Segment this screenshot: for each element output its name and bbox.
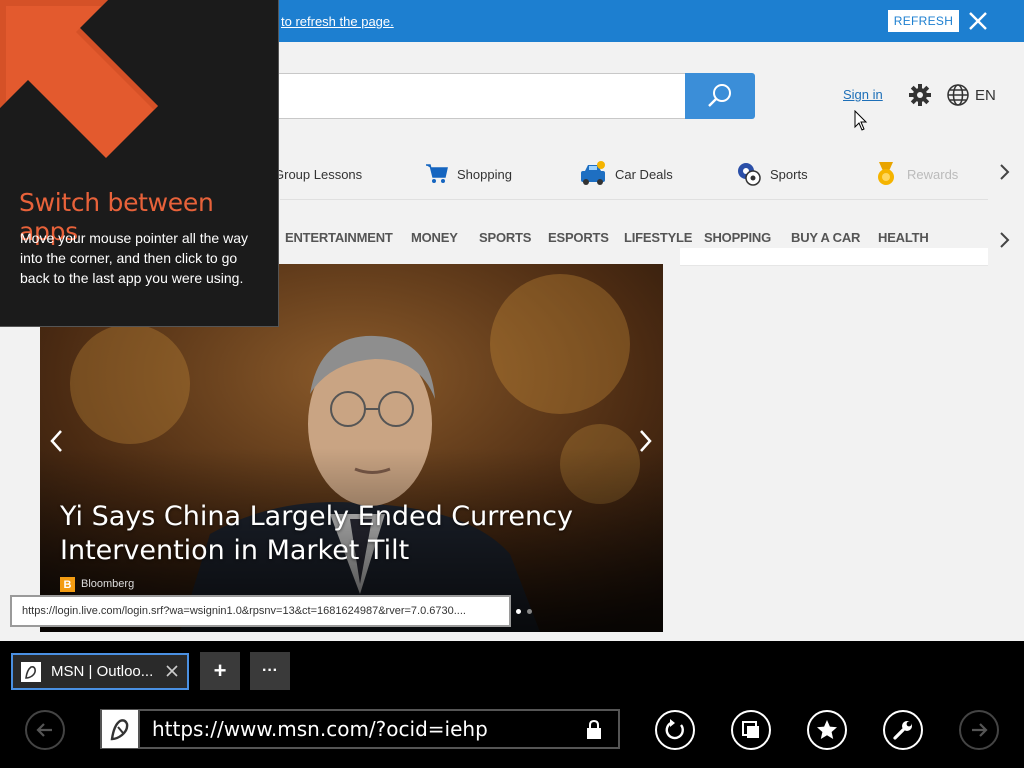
car-icon — [581, 161, 605, 185]
carousel-dot-active[interactable] — [516, 609, 521, 614]
chevron-right-icon[interactable] — [998, 162, 1012, 182]
address-bar[interactable]: https://www.msn.com/?ocid=iehp — [100, 709, 620, 749]
sports-balls-icon — [738, 163, 761, 186]
language-selector[interactable]: EN — [975, 87, 996, 104]
nav-shopping[interactable]: SHOPPING — [704, 230, 771, 245]
tip-body: Move your mouse pointer all the way into… — [20, 230, 248, 286]
msn-favicon-icon — [21, 661, 41, 682]
nav-esports[interactable]: ESPORTS — [548, 230, 609, 245]
nav-buy-a-car[interactable]: BUY A CAR — [791, 230, 860, 245]
quicklink-car-deals[interactable]: Car Deals — [579, 160, 673, 188]
page-tools-button[interactable] — [883, 710, 923, 750]
tab-title: MSN | Outloo... — [51, 663, 154, 680]
nav-sports[interactable]: SPORTS — [479, 230, 531, 245]
back-arrow-icon — [36, 723, 52, 737]
link-url-tooltip: https://login.live.com/login.srf?wa=wsig… — [10, 595, 511, 627]
chevron-right-icon[interactable] — [636, 428, 654, 454]
favorites-button[interactable] — [807, 710, 847, 750]
carousel-dot[interactable] — [527, 609, 532, 614]
forward-button[interactable] — [959, 710, 999, 750]
nav-lifestyle[interactable]: LIFESTYLE — [624, 230, 692, 245]
quicklink-sports[interactable]: Sports — [736, 160, 808, 188]
nav-money[interactable]: MONEY — [411, 230, 458, 245]
sign-in-link[interactable]: Sign in — [843, 87, 883, 102]
refresh-button[interactable]: REFRESH — [888, 10, 959, 32]
address-url[interactable]: https://www.msn.com/?ocid=iehp — [152, 717, 488, 741]
side-panel — [680, 248, 988, 266]
tabs-button[interactable] — [731, 710, 771, 750]
close-tab-icon[interactable] — [165, 664, 179, 678]
source-logo: B — [60, 577, 75, 592]
close-icon[interactable] — [966, 10, 990, 32]
hero-headline[interactable]: Yi Says China Largely Ended Currency Int… — [60, 500, 580, 568]
divider — [280, 199, 988, 200]
tab-options-button[interactable]: ··· — [250, 652, 290, 690]
nav-entertainment[interactable]: ENTERTAINMENT — [285, 230, 393, 245]
quicklink-shopping[interactable]: Shopping — [425, 160, 512, 188]
gear-icon[interactable] — [908, 83, 932, 107]
source-name: Bloomberg — [81, 578, 135, 590]
wrench-icon — [893, 721, 912, 740]
search-icon — [708, 84, 731, 107]
quicklink-rewards[interactable]: Rewards — [873, 160, 958, 188]
switch-apps-tip: Switch between apps Move your mouse poin… — [0, 0, 279, 327]
chevron-left-icon[interactable] — [48, 428, 66, 454]
shopping-cart-icon — [426, 164, 448, 183]
search-input[interactable] — [270, 73, 686, 119]
mouse-cursor-icon — [854, 109, 868, 132]
refresh-link[interactable]: to refresh the page. — [281, 14, 394, 29]
new-tab-button[interactable]: + — [200, 652, 240, 690]
search-button[interactable] — [685, 73, 755, 119]
medal-icon — [878, 162, 894, 185]
chevron-right-icon[interactable] — [998, 230, 1012, 250]
lock-icon[interactable] — [586, 719, 602, 740]
arrow-up-left-icon — [0, 0, 158, 158]
msn-favicon-icon — [102, 710, 140, 748]
nav-health[interactable]: HEALTH — [878, 230, 929, 245]
tabs-icon — [742, 721, 759, 738]
globe-icon[interactable] — [946, 83, 970, 107]
quicklink-group-lessons[interactable]: Group Lessons — [274, 160, 362, 188]
browser-tab[interactable]: MSN | Outloo... — [11, 653, 189, 690]
forward-arrow-icon — [972, 723, 988, 737]
refresh-icon — [665, 719, 684, 740]
refresh-button[interactable] — [655, 710, 695, 750]
star-icon — [817, 720, 837, 739]
back-button[interactable] — [25, 710, 65, 750]
